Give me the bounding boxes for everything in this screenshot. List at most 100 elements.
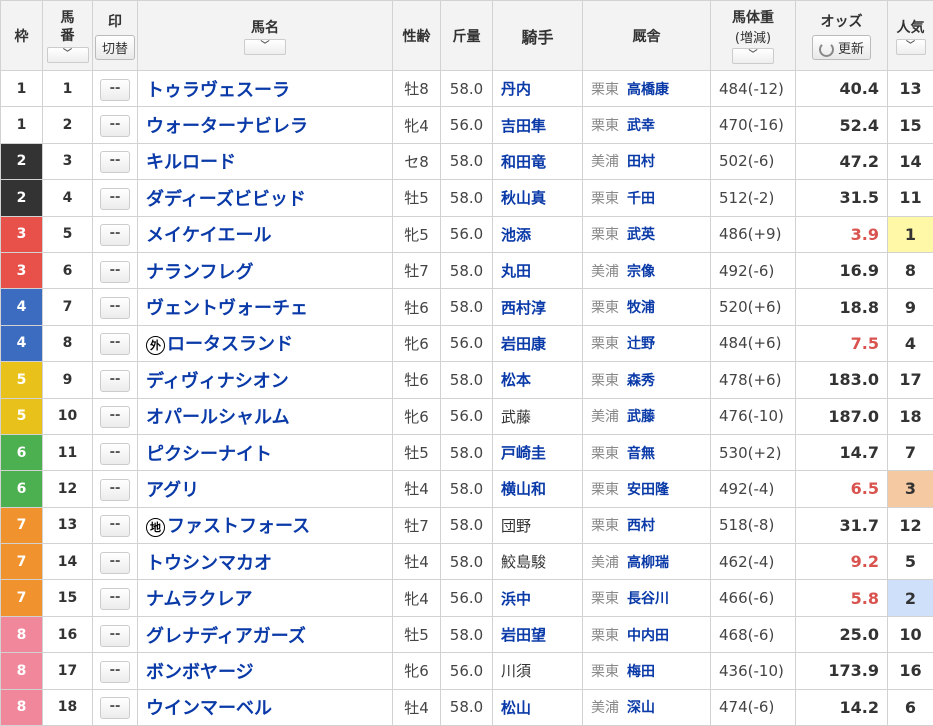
trainer-link[interactable]: 梅田 [627, 664, 655, 680]
sort-chevron-icon[interactable]: ﹀ [46, 46, 89, 63]
mark-button[interactable]: -- [100, 660, 130, 683]
horse-name-link[interactable]: トゥラヴェスーラ [146, 80, 290, 101]
trainer-link[interactable]: 辻野 [627, 336, 655, 352]
trainer-link[interactable]: 森秀 [627, 373, 655, 389]
jockey-cell[interactable]: 団野 [492, 506, 583, 545]
horse-name-link[interactable]: ファストフォース [167, 516, 310, 537]
horse-name-link[interactable]: メイケイエール [146, 225, 271, 246]
horse-name-link[interactable]: グレナディアガーズ [146, 626, 306, 647]
mark-cell[interactable]: -- [92, 433, 138, 472]
header-umaban[interactable]: 馬 番 ﹀ [42, 0, 93, 71]
horse-name-cell[interactable]: ナムラクレア [137, 579, 393, 617]
refresh-button[interactable]: 更新 [811, 35, 871, 60]
horse-name-link[interactable]: ボンボヤージ [146, 662, 254, 683]
stable-cell[interactable]: 栗東 安田隆 [582, 470, 711, 508]
sort-chevron-icon[interactable]: ﹀ [732, 48, 774, 64]
jockey-link[interactable]: 松本 [501, 371, 531, 389]
jockey-link[interactable]: 丸田 [501, 262, 531, 280]
jockey-link[interactable]: 川須 [501, 662, 531, 680]
jockey-link[interactable]: 丹内 [501, 80, 531, 98]
trainer-link[interactable]: 深山 [627, 700, 655, 716]
horse-name-link[interactable]: ヴェントヴォーチェ [146, 298, 308, 319]
mark-cell[interactable]: -- [92, 324, 138, 363]
mark-button[interactable]: -- [100, 551, 130, 574]
trainer-link[interactable]: 千田 [627, 191, 655, 207]
horse-name-link[interactable]: ナランフレグ [146, 262, 253, 283]
horse-name-cell[interactable]: ディヴィナシオン [137, 361, 393, 399]
horse-name-cell[interactable]: 地ファストフォース [137, 506, 393, 545]
mark-button[interactable]: -- [100, 478, 130, 501]
mark-cell[interactable]: -- [92, 543, 138, 581]
jockey-link[interactable]: 横山和 [501, 480, 546, 498]
mark-button[interactable]: -- [100, 115, 130, 138]
jockey-cell[interactable]: 川須 [492, 652, 583, 690]
mark-cell[interactable]: -- [92, 470, 138, 508]
jockey-cell[interactable]: 和田竜 [492, 142, 583, 181]
horse-name-cell[interactable]: グレナディアガーズ [137, 615, 393, 654]
jockey-link[interactable]: 西村淳 [501, 299, 546, 317]
horse-name-link[interactable]: ダディーズビビッド [146, 189, 306, 210]
stable-cell[interactable]: 栗東 森秀 [582, 361, 711, 399]
horse-name-cell[interactable]: ウインマーベル [137, 688, 393, 726]
sort-chevron-icon[interactable]: ﹀ [244, 38, 286, 55]
header-bodyweight[interactable]: 馬体重 (増減) ﹀ [710, 0, 796, 71]
mark-button[interactable]: -- [100, 406, 130, 429]
stable-cell[interactable]: 美浦 深山 [582, 688, 711, 726]
header-horse[interactable]: 馬名 ﹀ [137, 0, 393, 71]
trainer-link[interactable]: 中内田 [627, 628, 669, 644]
horse-name-cell[interactable]: メイケイエール [137, 215, 393, 253]
jockey-cell[interactable]: 武藤 [492, 397, 583, 435]
mark-cell[interactable]: -- [92, 688, 138, 726]
horse-name-cell[interactable]: オパールシャルム [137, 397, 393, 435]
mark-button[interactable]: -- [100, 369, 130, 392]
mark-button[interactable]: -- [100, 442, 130, 465]
jockey-link[interactable]: 浜中 [501, 590, 531, 608]
jockey-cell[interactable]: 吉田隼 [492, 106, 583, 144]
jockey-link[interactable]: 団野 [501, 517, 531, 535]
mark-cell[interactable]: -- [92, 251, 138, 290]
stable-cell[interactable]: 栗東 西村 [582, 506, 711, 545]
mark-toggle-button[interactable]: 切替 [94, 35, 135, 60]
stable-cell[interactable]: 栗東 牧浦 [582, 288, 711, 326]
stable-cell[interactable]: 栗東 長谷川 [582, 579, 711, 617]
mark-cell[interactable]: -- [92, 69, 138, 108]
trainer-link[interactable]: 高橋康 [627, 82, 669, 98]
stable-cell[interactable]: 栗東 音無 [582, 433, 711, 472]
jockey-link[interactable]: 武藤 [501, 408, 531, 426]
mark-cell[interactable]: -- [92, 142, 138, 181]
horse-name-link[interactable]: アグリ [146, 480, 199, 501]
jockey-link[interactable]: 戸崎圭 [501, 444, 546, 462]
jockey-cell[interactable]: 秋山真 [492, 179, 583, 217]
mark-cell[interactable]: -- [92, 106, 138, 144]
trainer-link[interactable]: 武藤 [627, 409, 655, 425]
jockey-cell[interactable]: 鮫島駿 [492, 543, 583, 581]
mark-cell[interactable]: -- [92, 179, 138, 217]
stable-cell[interactable]: 美浦 田村 [582, 142, 711, 181]
mark-cell[interactable]: -- [92, 506, 138, 545]
header-odds[interactable]: オッズ 更新 [795, 0, 888, 71]
mark-cell[interactable]: -- [92, 397, 138, 435]
jockey-link[interactable]: 松山 [501, 699, 531, 717]
header-popularity[interactable]: 人気 ﹀ [887, 0, 933, 71]
stable-cell[interactable]: 栗東 辻野 [582, 324, 711, 363]
mark-button[interactable]: -- [100, 224, 130, 247]
jockey-cell[interactable]: 浜中 [492, 579, 583, 617]
horse-name-cell[interactable]: トウシンマカオ [137, 543, 393, 581]
stable-cell[interactable]: 美浦 宗像 [582, 251, 711, 290]
jockey-cell[interactable]: 岩田康 [492, 324, 583, 363]
horse-name-link[interactable]: ピクシーナイト [146, 444, 272, 465]
horse-name-cell[interactable]: ウォーターナビレラ [137, 106, 393, 144]
jockey-cell[interactable]: 池添 [492, 215, 583, 253]
mark-button[interactable]: -- [100, 297, 130, 320]
jockey-link[interactable]: 池添 [501, 226, 531, 244]
mark-cell[interactable]: -- [92, 215, 138, 253]
jockey-cell[interactable]: 岩田望 [492, 615, 583, 654]
mark-button[interactable]: -- [100, 187, 130, 210]
trainer-link[interactable]: 安田隆 [627, 482, 669, 498]
trainer-link[interactable]: 牧浦 [627, 300, 655, 316]
mark-button[interactable]: -- [100, 624, 130, 647]
horse-name-cell[interactable]: ナランフレグ [137, 251, 393, 290]
mark-button[interactable]: -- [100, 78, 130, 101]
jockey-link[interactable]: 岩田望 [501, 626, 546, 644]
mark-cell[interactable]: -- [92, 361, 138, 399]
